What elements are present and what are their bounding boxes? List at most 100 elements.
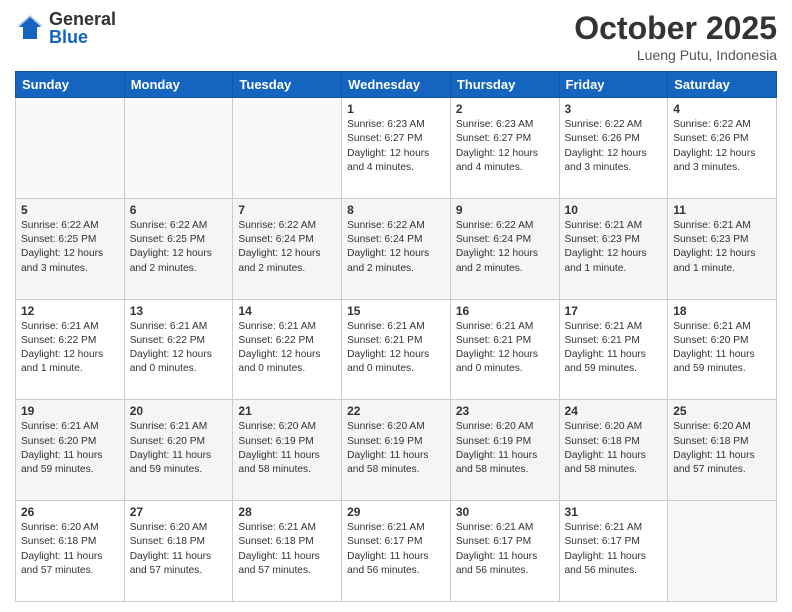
calendar-cell-w1-d7: 4 Sunrise: 6:22 AMSunset: 6:26 PMDaylight…	[668, 98, 777, 199]
day-number: 13	[130, 304, 228, 318]
calendar-cell-w1-d4: 1 Sunrise: 6:23 AMSunset: 6:27 PMDaylight…	[342, 98, 451, 199]
day-info: Sunrise: 6:21 AMSunset: 6:22 PMDaylight:…	[130, 320, 228, 377]
day-number: 11	[673, 203, 771, 217]
calendar-cell-w5-d7	[668, 501, 777, 602]
calendar-week-4: 19 Sunrise: 6:21 AMSunset: 6:20 PMDayligh…	[16, 400, 777, 501]
calendar-cell-w5-d1: 26 Sunrise: 6:20 AMSunset: 6:18 PMDayligh…	[16, 501, 125, 602]
day-number: 24	[565, 404, 663, 418]
calendar-week-1: 1 Sunrise: 6:23 AMSunset: 6:27 PMDaylight…	[16, 98, 777, 199]
day-number: 6	[130, 203, 228, 217]
location: Lueng Putu, Indonesia	[574, 47, 777, 63]
day-number: 27	[130, 505, 228, 519]
day-number: 29	[347, 505, 445, 519]
day-number: 15	[347, 304, 445, 318]
day-info: Sunrise: 6:21 AMSunset: 6:23 PMDaylight:…	[673, 219, 771, 276]
col-saturday: Saturday	[668, 72, 777, 98]
calendar-cell-w5-d5: 30 Sunrise: 6:21 AMSunset: 6:17 PMDayligh…	[450, 501, 559, 602]
day-info: Sunrise: 6:20 AMSunset: 6:18 PMDaylight:…	[21, 521, 119, 578]
logo: General Blue	[15, 10, 116, 46]
col-thursday: Thursday	[450, 72, 559, 98]
calendar-cell-w2-d2: 6 Sunrise: 6:22 AMSunset: 6:25 PMDaylight…	[124, 198, 233, 299]
day-info: Sunrise: 6:22 AMSunset: 6:25 PMDaylight:…	[130, 219, 228, 276]
day-info: Sunrise: 6:21 AMSunset: 6:17 PMDaylight:…	[347, 521, 445, 578]
logo-blue-text: Blue	[49, 28, 116, 46]
day-number: 25	[673, 404, 771, 418]
calendar-cell-w4-d5: 23Sunrise: 6:20 AMSunset: 6:19 PMDayligh…	[450, 400, 559, 501]
title-block: October 2025 Lueng Putu, Indonesia	[574, 10, 777, 63]
day-number: 16	[456, 304, 554, 318]
calendar-week-5: 26 Sunrise: 6:20 AMSunset: 6:18 PMDayligh…	[16, 501, 777, 602]
day-info: Sunrise: 6:22 AMSunset: 6:24 PMDaylight:…	[347, 219, 445, 276]
day-info: Sunrise: 6:21 AMSunset: 6:21 PMDaylight:…	[565, 320, 663, 377]
day-info: Sunrise: 6:20 AMSunset: 6:19 PMDaylight:…	[347, 420, 445, 477]
col-friday: Friday	[559, 72, 668, 98]
calendar-cell-w1-d2	[124, 98, 233, 199]
day-number: 1	[347, 102, 445, 116]
day-info: Sunrise: 6:21 AMSunset: 6:17 PMDaylight:…	[565, 521, 663, 578]
day-number: 28	[238, 505, 336, 519]
day-number: 23	[456, 404, 554, 418]
header: General Blue October 2025 Lueng Putu, In…	[15, 10, 777, 63]
day-number: 4	[673, 102, 771, 116]
col-wednesday: Wednesday	[342, 72, 451, 98]
day-info: Sunrise: 6:21 AMSunset: 6:22 PMDaylight:…	[238, 320, 336, 377]
calendar-cell-w3-d6: 17 Sunrise: 6:21 AMSunset: 6:21 PMDayligh…	[559, 299, 668, 400]
calendar-cell-w4-d3: 21Sunrise: 6:20 AMSunset: 6:19 PMDayligh…	[233, 400, 342, 501]
day-info: Sunrise: 6:21 AMSunset: 6:21 PMDaylight:…	[456, 320, 554, 377]
day-info: Sunrise: 6:22 AMSunset: 6:26 PMDaylight:…	[565, 118, 663, 175]
calendar-cell-w4-d1: 19 Sunrise: 6:21 AMSunset: 6:20 PMDayligh…	[16, 400, 125, 501]
calendar-cell-w2-d1: 5Sunrise: 6:22 AMSunset: 6:25 PMDaylight…	[16, 198, 125, 299]
calendar-cell-w4-d4: 22 Sunrise: 6:20 AMSunset: 6:19 PMDayligh…	[342, 400, 451, 501]
calendar-table: Sunday Monday Tuesday Wednesday Thursday…	[15, 71, 777, 602]
calendar-cell-w2-d4: 8Sunrise: 6:22 AMSunset: 6:24 PMDaylight…	[342, 198, 451, 299]
day-number: 30	[456, 505, 554, 519]
calendar-cell-w3-d5: 16 Sunrise: 6:21 AMSunset: 6:21 PMDayligh…	[450, 299, 559, 400]
day-info: Sunrise: 6:22 AMSunset: 6:24 PMDaylight:…	[456, 219, 554, 276]
day-number: 5	[21, 203, 119, 217]
calendar-header-row: Sunday Monday Tuesday Wednesday Thursday…	[16, 72, 777, 98]
calendar-cell-w1-d6: 3 Sunrise: 6:22 AMSunset: 6:26 PMDaylight…	[559, 98, 668, 199]
logo-text: General Blue	[49, 10, 116, 46]
calendar-cell-w2-d5: 9 Sunrise: 6:22 AMSunset: 6:24 PMDaylight…	[450, 198, 559, 299]
calendar-cell-w4-d2: 20Sunrise: 6:21 AMSunset: 6:20 PMDayligh…	[124, 400, 233, 501]
calendar-cell-w4-d7: 25Sunrise: 6:20 AMSunset: 6:18 PMDayligh…	[668, 400, 777, 501]
day-number: 18	[673, 304, 771, 318]
calendar-cell-w3-d1: 12 Sunrise: 6:21 AMSunset: 6:22 PMDayligh…	[16, 299, 125, 400]
calendar-cell-w3-d4: 15 Sunrise: 6:21 AMSunset: 6:21 PMDayligh…	[342, 299, 451, 400]
day-number: 9	[456, 203, 554, 217]
page: General Blue October 2025 Lueng Putu, In…	[0, 0, 792, 612]
calendar-cell-w4-d6: 24Sunrise: 6:20 AMSunset: 6:18 PMDayligh…	[559, 400, 668, 501]
col-tuesday: Tuesday	[233, 72, 342, 98]
col-sunday: Sunday	[16, 72, 125, 98]
day-info: Sunrise: 6:21 AMSunset: 6:22 PMDaylight:…	[21, 320, 119, 377]
day-number: 7	[238, 203, 336, 217]
day-info: Sunrise: 6:21 AMSunset: 6:17 PMDaylight:…	[456, 521, 554, 578]
day-info: Sunrise: 6:21 AMSunset: 6:23 PMDaylight:…	[565, 219, 663, 276]
calendar-cell-w1-d3	[233, 98, 342, 199]
calendar-cell-w3-d2: 13 Sunrise: 6:21 AMSunset: 6:22 PMDayligh…	[124, 299, 233, 400]
day-info: Sunrise: 6:22 AMSunset: 6:26 PMDaylight:…	[673, 118, 771, 175]
day-number: 3	[565, 102, 663, 116]
calendar-cell-w2-d3: 7 Sunrise: 6:22 AMSunset: 6:24 PMDaylight…	[233, 198, 342, 299]
calendar-cell-w2-d7: 11 Sunrise: 6:21 AMSunset: 6:23 PMDayligh…	[668, 198, 777, 299]
logo-icon	[15, 13, 45, 43]
day-number: 12	[21, 304, 119, 318]
calendar-cell-w5-d4: 29 Sunrise: 6:21 AMSunset: 6:17 PMDayligh…	[342, 501, 451, 602]
month-title: October 2025	[574, 10, 777, 47]
day-info: Sunrise: 6:21 AMSunset: 6:20 PMDaylight:…	[130, 420, 228, 477]
day-number: 31	[565, 505, 663, 519]
day-number: 19	[21, 404, 119, 418]
day-number: 2	[456, 102, 554, 116]
day-info: Sunrise: 6:21 AMSunset: 6:21 PMDaylight:…	[347, 320, 445, 377]
day-number: 26	[21, 505, 119, 519]
day-info: Sunrise: 6:22 AMSunset: 6:24 PMDaylight:…	[238, 219, 336, 276]
day-info: Sunrise: 6:23 AMSunset: 6:27 PMDaylight:…	[347, 118, 445, 175]
calendar-cell-w3-d3: 14Sunrise: 6:21 AMSunset: 6:22 PMDayligh…	[233, 299, 342, 400]
day-number: 22	[347, 404, 445, 418]
day-number: 10	[565, 203, 663, 217]
day-number: 17	[565, 304, 663, 318]
day-number: 21	[238, 404, 336, 418]
day-info: Sunrise: 6:21 AMSunset: 6:20 PMDaylight:…	[21, 420, 119, 477]
calendar-cell-w3-d7: 18Sunrise: 6:21 AMSunset: 6:20 PMDayligh…	[668, 299, 777, 400]
calendar-week-3: 12 Sunrise: 6:21 AMSunset: 6:22 PMDayligh…	[16, 299, 777, 400]
